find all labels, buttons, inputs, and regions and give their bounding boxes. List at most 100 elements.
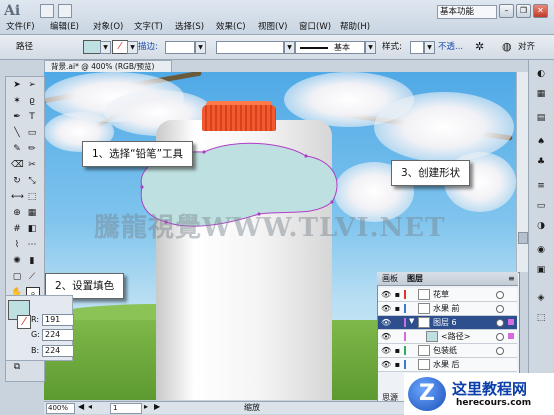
lock-icon[interactable]: ▪ bbox=[393, 290, 402, 299]
next-page-icon[interactable]: ▸ bbox=[144, 402, 148, 411]
perspective-grid-tool-icon[interactable]: ▦ bbox=[26, 207, 38, 219]
style-dropdown-icon[interactable]: ▼ bbox=[424, 41, 435, 54]
zoom-select[interactable]: 400% bbox=[46, 403, 75, 414]
paintbrush-tool-icon[interactable]: ✎ bbox=[11, 143, 23, 155]
scale-tool-icon[interactable]: ⤡ bbox=[26, 175, 38, 187]
direct-selection-tool-icon[interactable]: ➢ bbox=[26, 79, 38, 91]
last-page-icon[interactable]: ▶ bbox=[154, 402, 160, 411]
selection-indicator[interactable] bbox=[508, 333, 514, 339]
path-name[interactable]: <路径> bbox=[441, 330, 470, 343]
page-number-input[interactable]: 1 bbox=[110, 403, 142, 414]
brush-dropdown-icon[interactable]: ▼ bbox=[365, 41, 376, 54]
lock-icon[interactable]: ▪ bbox=[393, 304, 402, 313]
align-label[interactable]: 对齐 bbox=[518, 41, 535, 53]
visibility-eye-icon[interactable]: 👁 bbox=[381, 318, 391, 327]
menu-window[interactable]: 窗口(W) bbox=[299, 21, 331, 33]
variable-width-select[interactable] bbox=[216, 41, 284, 54]
gradient-tool-icon[interactable]: ◧ bbox=[26, 223, 38, 235]
expand-triangle-icon[interactable]: ▼ bbox=[409, 317, 414, 325]
eyedropper-tool-icon[interactable]: ⌇ bbox=[11, 239, 23, 251]
column-graph-tool-icon[interactable]: ▮ bbox=[26, 255, 38, 267]
symbol-sprayer-tool-icon[interactable]: ✺ bbox=[11, 255, 23, 267]
rotate-tool-icon[interactable]: ↻ bbox=[11, 175, 23, 187]
lasso-tool-icon[interactable]: ϱ bbox=[26, 95, 38, 107]
stroke-label[interactable]: 描边: bbox=[138, 41, 158, 53]
close-button[interactable]: ✕ bbox=[533, 4, 548, 18]
transparency-icon[interactable]: ◑ bbox=[535, 220, 547, 232]
menu-type[interactable]: 文字(T) bbox=[134, 21, 163, 33]
layer-name[interactable]: 图层 6 bbox=[433, 316, 457, 329]
eraser-tool-icon[interactable]: ⌫ bbox=[11, 159, 24, 171]
line-tool-icon[interactable]: ╲ bbox=[11, 127, 23, 139]
lock-icon[interactable]: ▪ bbox=[393, 346, 402, 355]
graphic-style-swatch[interactable] bbox=[410, 41, 424, 54]
brush-select[interactable]: 基本 bbox=[295, 41, 365, 54]
layer-name[interactable]: 水果 后 bbox=[433, 358, 460, 371]
layer-name[interactable]: 花草 bbox=[433, 288, 449, 301]
color-guide-icon[interactable]: ▦ bbox=[535, 88, 547, 100]
vertical-scrollbar[interactable] bbox=[516, 72, 528, 272]
scissors-tool-icon[interactable]: ✂ bbox=[26, 159, 38, 171]
graphic-styles-icon[interactable]: ▣ bbox=[535, 264, 547, 276]
menu-edit[interactable]: 编辑(E) bbox=[50, 21, 79, 33]
target-circle-icon[interactable] bbox=[496, 291, 504, 299]
layer-row[interactable]: 👁 ▪ 花草 bbox=[378, 288, 517, 302]
scroll-thumb[interactable] bbox=[518, 232, 528, 244]
arrange-documents-icon[interactable] bbox=[58, 4, 72, 18]
g-value-input[interactable]: 224 bbox=[42, 329, 74, 341]
layer-row-selected[interactable]: 👁 ▼ 图层 6 bbox=[378, 316, 517, 330]
stroke-none-swatch[interactable]: ⁄ bbox=[17, 315, 31, 329]
r-value-input[interactable]: 191 bbox=[42, 314, 74, 326]
workspace-switcher[interactable]: 基本功能 bbox=[437, 5, 497, 19]
sublayer-row[interactable]: 👁 <路径> bbox=[378, 330, 517, 344]
artboard-tool-icon[interactable]: ▢ bbox=[11, 271, 23, 283]
menu-effect[interactable]: 效果(C) bbox=[216, 21, 246, 33]
tab-artboards[interactable]: 画板 bbox=[382, 274, 398, 284]
restore-button[interactable]: ❐ bbox=[516, 4, 531, 18]
symbols-icon[interactable]: ♣ bbox=[535, 156, 547, 168]
align-icon[interactable]: ◍ bbox=[502, 40, 512, 53]
width-tool-icon[interactable]: ⟷ bbox=[11, 191, 24, 203]
layer-row[interactable]: 👁 ▪ 水果 后 bbox=[378, 358, 517, 372]
fill-swatch[interactable] bbox=[83, 40, 101, 54]
minimize-button[interactable]: – bbox=[499, 4, 514, 18]
menu-file[interactable]: 文件(F) bbox=[6, 21, 35, 33]
artboards-panel-icon[interactable]: ⬚ bbox=[535, 312, 547, 324]
visibility-eye-icon[interactable]: 👁 bbox=[381, 304, 391, 313]
fill-dropdown-icon[interactable]: ▼ bbox=[100, 41, 111, 54]
swatches-icon[interactable]: ▤ bbox=[535, 112, 547, 124]
brushes-icon[interactable]: ♠ bbox=[535, 136, 547, 148]
mesh-tool-icon[interactable]: # bbox=[11, 223, 23, 235]
pencil-tool-icon[interactable]: ✏ bbox=[26, 143, 38, 155]
layers-panel-icon[interactable]: ◈ bbox=[535, 292, 547, 304]
stroke-panel-icon[interactable]: ≡ bbox=[535, 180, 547, 192]
gradient-icon[interactable]: ▭ bbox=[535, 200, 547, 212]
stroke-none-icon[interactable]: ⁄ bbox=[112, 40, 128, 54]
layer-name[interactable]: 水果 前 bbox=[433, 302, 460, 315]
tab-layers[interactable]: 图层 bbox=[407, 274, 423, 284]
panel-menu-icon[interactable]: ≡ bbox=[508, 274, 515, 283]
change-screen-mode-icon[interactable]: ⧉ bbox=[11, 361, 23, 373]
first-page-icon[interactable]: ◀ bbox=[78, 402, 84, 411]
layer-row[interactable]: 👁 ▪ 包装纸 bbox=[378, 344, 517, 358]
visibility-eye-icon[interactable]: 👁 bbox=[381, 290, 391, 299]
selection-indicator[interactable] bbox=[508, 319, 514, 325]
variable-width-dropdown-icon[interactable]: ▼ bbox=[284, 41, 295, 54]
document-tab[interactable]: 背景.ai* @ 400% (RGB/预览) bbox=[44, 60, 172, 72]
stroke-dropdown-icon[interactable]: ▼ bbox=[127, 41, 138, 54]
menu-help[interactable]: 帮助(H) bbox=[340, 21, 370, 33]
type-tool-icon[interactable]: T bbox=[26, 111, 38, 123]
layer-row[interactable]: 👁 ▪ 水果 前 bbox=[378, 302, 517, 316]
target-circle-icon[interactable] bbox=[496, 305, 504, 313]
color-panel-icon[interactable]: ◐ bbox=[535, 68, 547, 80]
target-circle-icon[interactable] bbox=[496, 347, 504, 355]
blend-tool-icon[interactable]: ⋯ bbox=[26, 239, 38, 251]
opacity-label[interactable]: 不透... bbox=[438, 41, 463, 53]
visibility-eye-icon[interactable]: 👁 bbox=[381, 360, 391, 369]
menu-object[interactable]: 对象(O) bbox=[93, 21, 123, 33]
target-circle-icon[interactable] bbox=[496, 333, 504, 341]
target-circle-icon[interactable] bbox=[496, 319, 504, 327]
stroke-weight-dropdown-icon[interactable]: ▼ bbox=[195, 41, 206, 54]
b-value-input[interactable]: 224 bbox=[42, 345, 74, 357]
prev-page-icon[interactable]: ◂ bbox=[88, 402, 92, 411]
